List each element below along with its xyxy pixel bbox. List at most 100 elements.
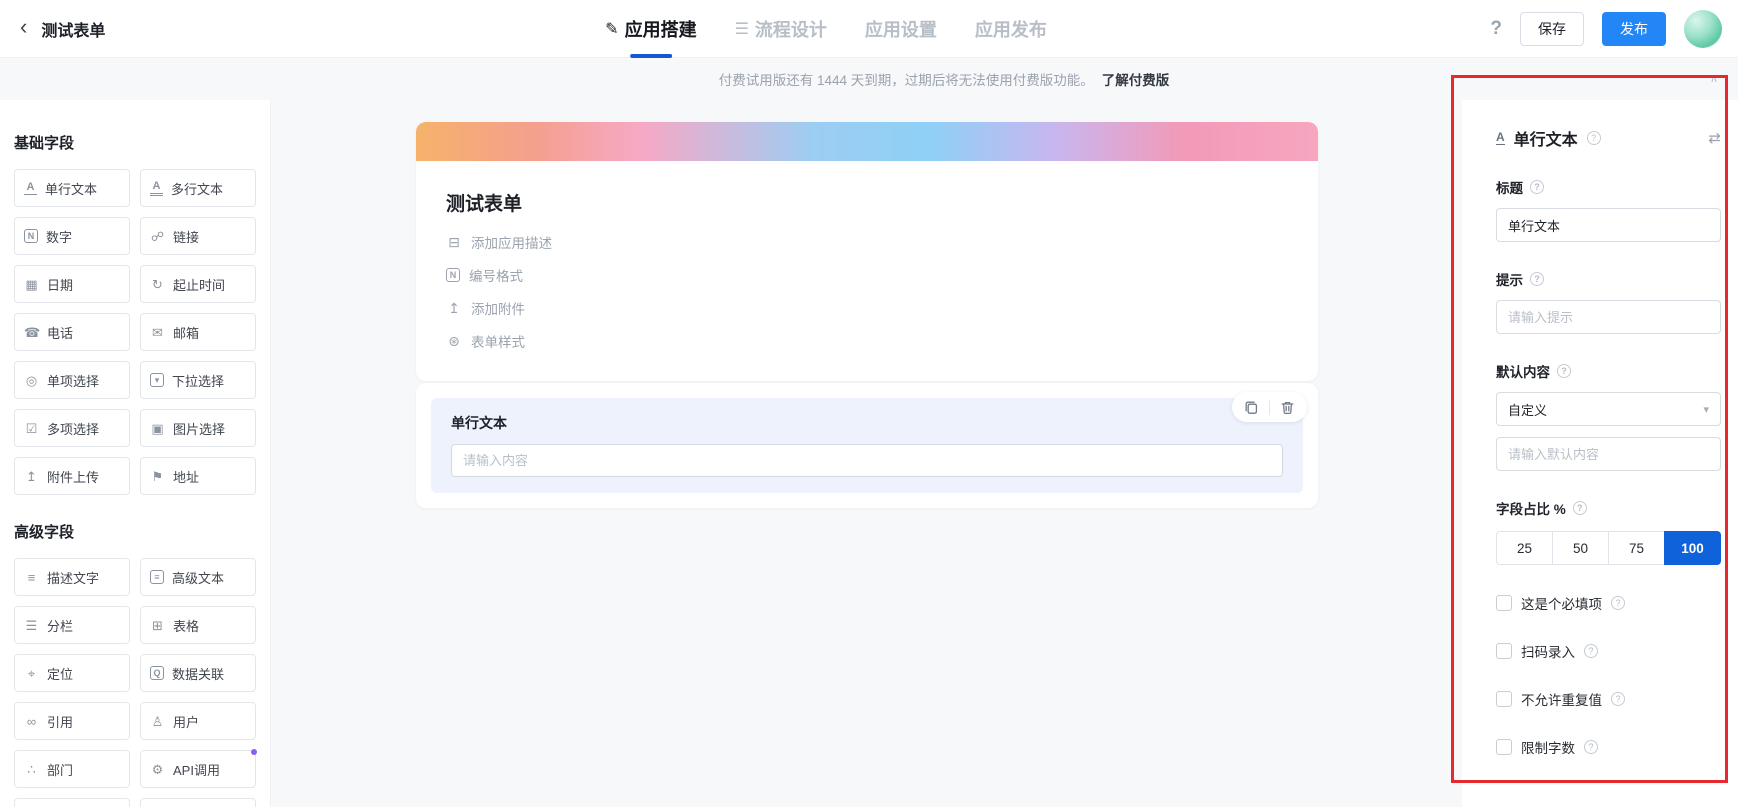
sidebar-item-email[interactable]: ✉ 邮箱: [140, 313, 256, 351]
checkbox[interactable]: [1496, 691, 1512, 707]
help-icon[interactable]: [1530, 272, 1544, 286]
form-title[interactable]: 测试表单: [446, 189, 1288, 216]
top-header: ‹ 测试表单 ✎ 应用搭建 ☰ 流程设计 应用设置 应用发布 ? 保存 发布: [0, 0, 1738, 58]
checkbox[interactable]: [1496, 739, 1512, 755]
page-title: 测试表单: [41, 22, 106, 40]
delete-icon[interactable]: [1279, 399, 1296, 416]
sidebar-item-truncated-2[interactable]: [140, 798, 256, 807]
required-checkbox-row[interactable]: 这是个必填项: [1496, 593, 1721, 613]
sidebar-item-number[interactable]: N 数字: [14, 217, 130, 255]
ratio-option-75[interactable]: 75: [1608, 531, 1665, 565]
ratio-option-25[interactable]: 25: [1496, 531, 1553, 565]
help-icon[interactable]: [1611, 692, 1625, 706]
ratio-option-100[interactable]: 100: [1664, 531, 1721, 565]
sidebar-item-single-line-text[interactable]: A 单行文本: [14, 169, 130, 207]
help-icon[interactable]: [1584, 740, 1598, 754]
sidebar-item-dropdown-select[interactable]: ▾ 下拉选择: [140, 361, 256, 399]
collapse-panel-icon[interactable]: ∧: [1701, 72, 1727, 88]
field-label: 多行文本: [171, 181, 224, 197]
link-icon: ☍: [150, 228, 165, 244]
field-label: 电话: [47, 325, 74, 341]
add-attachment-item[interactable]: ↥ 添加附件: [446, 298, 1288, 318]
rich-text-icon: ≡: [150, 570, 164, 584]
tab-app-publish[interactable]: 应用发布: [975, 0, 1047, 58]
sidebar-item-phone[interactable]: ☎ 电话: [14, 313, 130, 351]
help-icon[interactable]: [1584, 644, 1598, 658]
field-label: 部门: [47, 762, 74, 778]
field-title-input[interactable]: [1496, 208, 1721, 242]
radio-icon: ◎: [25, 372, 38, 388]
sidebar-item-user[interactable]: ♙ 用户: [140, 702, 256, 740]
flow-icon: ☰: [734, 21, 749, 38]
checkbox[interactable]: [1496, 595, 1512, 611]
default-content-input[interactable]: [1496, 437, 1721, 471]
field-preview-input[interactable]: [451, 444, 1283, 477]
field-label: 单行文本: [45, 181, 98, 197]
tab-app-settings[interactable]: 应用设置: [865, 0, 937, 58]
field-label: 链接: [173, 229, 200, 245]
help-icon[interactable]: [1611, 596, 1625, 610]
char-limit-checkbox-row[interactable]: 限制字数: [1496, 737, 1721, 757]
sidebar-item-date[interactable]: ▦ 日期: [14, 265, 130, 303]
sidebar-item-address[interactable]: ⚑ 地址: [140, 457, 256, 495]
sidebar-item-multi-line-text[interactable]: A 多行文本: [140, 169, 256, 207]
no-duplicate-checkbox-row[interactable]: 不允许重复值: [1496, 689, 1721, 709]
learn-paid-link[interactable]: 了解付费版: [1102, 69, 1170, 89]
ratio-option-50[interactable]: 50: [1552, 531, 1609, 565]
field-label: 单项选择: [47, 373, 100, 389]
sidebar-item-truncated-1[interactable]: [14, 798, 130, 807]
sidebar-item-location[interactable]: ⌖ 定位: [14, 654, 130, 692]
field-label: 附件上传: [47, 469, 100, 485]
trial-notice-bar: 付费试用版还有 1444 天到期，过期后将无法使用付费版功能。 了解付费版: [0, 58, 1738, 100]
help-icon[interactable]: [1572, 501, 1587, 515]
field-ratio-label: 字段占比 %: [1496, 502, 1566, 517]
number-format-item[interactable]: N 编号格式: [446, 265, 1288, 285]
data-link-icon: Q: [150, 666, 164, 680]
copy-icon[interactable]: [1243, 399, 1260, 416]
reference-icon: ∞: [26, 713, 37, 729]
sidebar-item-api-call[interactable]: ⚙ API调用: [140, 749, 257, 788]
sidebar-item-description-text[interactable]: ≡ 描述文字: [14, 558, 130, 596]
meta-label: 表单样式: [471, 335, 525, 350]
sidebar-item-image-select[interactable]: ▣ 图片选择: [140, 409, 256, 447]
sidebar-item-data-link[interactable]: Q 数据关联: [140, 654, 256, 692]
hint-input[interactable]: [1496, 300, 1721, 334]
selected-field-single-line-text[interactable]: 单行文本: [431, 398, 1303, 493]
help-icon[interactable]: [1530, 180, 1544, 194]
sidebar-item-reference[interactable]: ∞ 引用: [14, 702, 130, 740]
back-icon[interactable]: ‹: [20, 16, 27, 38]
checkbox[interactable]: [1496, 643, 1512, 659]
field-label: 多项选择: [47, 421, 100, 437]
form-banner[interactable]: [416, 122, 1318, 161]
sidebar-item-table[interactable]: ⊞ 表格: [140, 606, 256, 644]
char-limit-label: 限制字数: [1521, 741, 1575, 756]
sidebar-item-checkbox-select[interactable]: ☑ 多项选择: [14, 409, 130, 447]
avatar[interactable]: [1684, 10, 1722, 48]
scan-input-checkbox-row[interactable]: 扫码录入: [1496, 641, 1721, 661]
publish-button[interactable]: 发布: [1602, 12, 1666, 46]
group-title-advanced: 高级字段: [14, 524, 75, 541]
save-button[interactable]: 保存: [1520, 12, 1584, 46]
swap-field-type-icon[interactable]: ⇄: [1708, 129, 1721, 147]
sidebar-item-radio-select[interactable]: ◎ 单项选择: [14, 361, 130, 399]
field-label: 表格: [173, 618, 200, 634]
sidebar-item-attachment-upload[interactable]: ↥ 附件上传: [14, 457, 130, 495]
help-icon[interactable]: [1586, 131, 1601, 145]
help-icon[interactable]: ?: [1490, 18, 1502, 40]
sidebar-item-link[interactable]: ☍ 链接: [140, 217, 256, 255]
title-label: 标题: [1496, 181, 1523, 196]
help-icon[interactable]: [1557, 364, 1571, 378]
tab-app-build[interactable]: ✎ 应用搭建: [605, 0, 696, 58]
tab-flow-design[interactable]: ☰ 流程设计: [735, 0, 827, 58]
form-style-item[interactable]: ⊛ 表单样式: [446, 331, 1288, 351]
sidebar-item-department[interactable]: ∴ 部门: [14, 750, 130, 788]
time-range-icon: ↻: [152, 276, 163, 292]
flag-icon: ⚑: [151, 468, 164, 484]
sidebar-item-rich-text[interactable]: ≡ 高级文本: [140, 558, 256, 596]
selected-option: 自定义: [1508, 402, 1548, 418]
sidebar-item-columns[interactable]: ☰ 分栏: [14, 606, 130, 644]
add-description-item[interactable]: ⊟ 添加应用描述: [446, 232, 1288, 252]
default-type-select[interactable]: 自定义 ▾: [1496, 392, 1721, 426]
sidebar-item-date-range[interactable]: ↻ 起止时间: [140, 265, 256, 303]
email-icon: ✉: [152, 324, 163, 340]
